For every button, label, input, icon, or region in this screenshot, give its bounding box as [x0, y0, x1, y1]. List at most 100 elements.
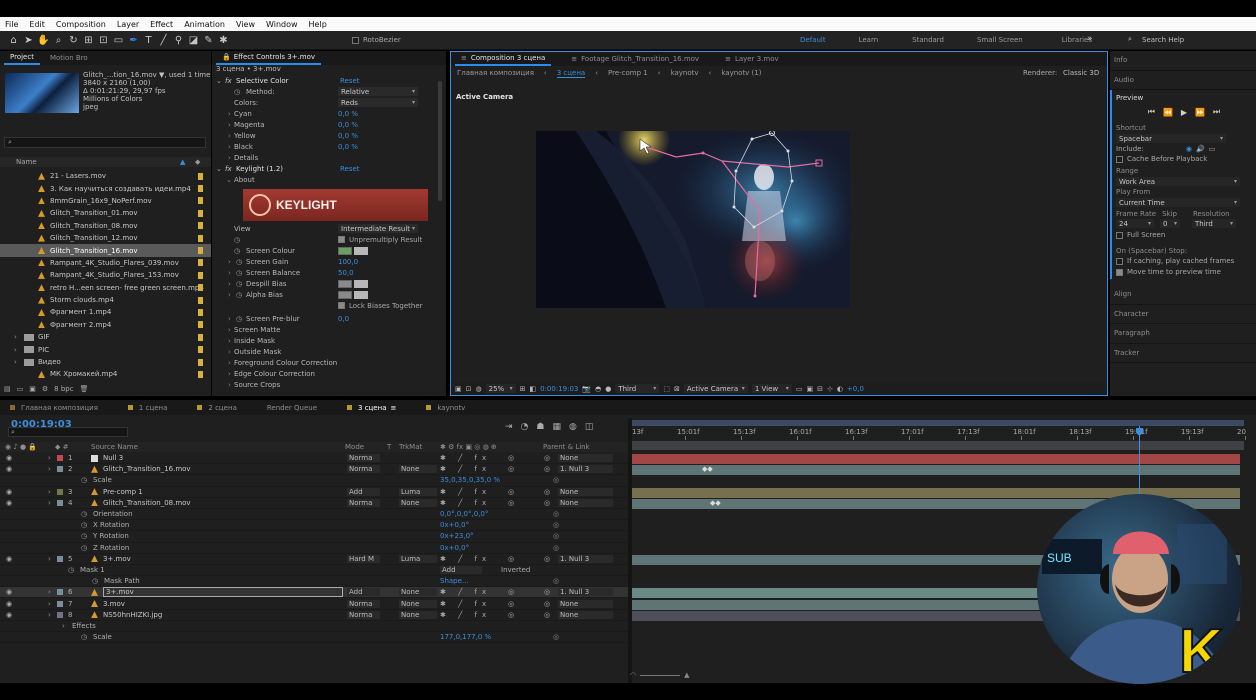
- rectangle-tool-icon[interactable]: ▭: [112, 34, 125, 47]
- project-item[interactable]: 21 - Lasers.mov: [0, 170, 211, 182]
- composition-flowchart-icon[interactable]: ⇥: [505, 422, 513, 432]
- pick-whip-icon[interactable]: ◎: [544, 454, 550, 462]
- layer-duration-bar[interactable]: [632, 588, 1040, 599]
- keyframe-icon[interactable]: ◆◆: [710, 499, 721, 507]
- stopwatch-icon[interactable]: ◷: [68, 566, 74, 574]
- timeline-tab[interactable]: Главная композиция: [4, 401, 104, 415]
- layer-row[interactable]: ◉ › 3 Pre-comp 1 Add Luma ✱ ╱ fx ◎ ◎ None: [0, 487, 628, 498]
- transparency-grid-icon[interactable]: ⊠: [674, 385, 680, 393]
- menu-item-view[interactable]: View: [236, 20, 255, 29]
- range-dropdown[interactable]: Work Area: [1116, 177, 1240, 186]
- property-row[interactable]: ◷ Orientation 0,0°,0,0°,0,0° ◎: [0, 509, 628, 521]
- layer-label-color[interactable]: [57, 499, 63, 506]
- blend-mode-dropdown[interactable]: Add: [347, 588, 380, 597]
- stopwatch-icon[interactable]: ◷: [81, 521, 87, 529]
- always-preview-icon[interactable]: ▣: [455, 385, 462, 393]
- visibility-eye-icon[interactable]: ◉: [6, 555, 12, 563]
- label-color-swatch[interactable]: [198, 284, 203, 292]
- menu-item-animation[interactable]: Animation: [184, 20, 225, 29]
- folder-item[interactable]: › PIC: [0, 343, 211, 355]
- rotate-tool-icon[interactable]: ↻: [67, 34, 80, 47]
- workspace-small-screen[interactable]: Small Screen: [977, 36, 1023, 44]
- property-value[interactable]: 0x+0,0°: [440, 521, 469, 529]
- expression-icon[interactable]: ◎: [553, 577, 559, 585]
- layer-row[interactable]: ◉ › 1 Null 3 Norma ✱ ╱ fx ◎ ◎ None: [0, 453, 628, 465]
- mask-vertex[interactable]: [732, 205, 736, 209]
- layer-name[interactable]: Pre-comp 1: [103, 488, 143, 496]
- stopwatch-icon[interactable]: ◷: [81, 532, 87, 540]
- reset-exposure-icon[interactable]: ◐: [837, 385, 843, 393]
- mask-vertex[interactable]: [750, 137, 754, 141]
- layer-label-color[interactable]: [57, 611, 63, 618]
- layer-switches-icon[interactable]: ✱ ╱ fx: [440, 611, 491, 619]
- label-color-swatch[interactable]: [198, 259, 203, 267]
- include-overlays-icon[interactable]: ▭: [1209, 145, 1216, 153]
- menu-item-edit[interactable]: Edit: [29, 20, 45, 29]
- new-folder-icon[interactable]: ▭: [17, 385, 24, 393]
- zoom-tool-icon[interactable]: ⌕: [52, 34, 65, 47]
- property-value[interactable]: 35,0,35,0,35,0 %: [440, 476, 500, 484]
- layer-name[interactable]: Null 3: [103, 454, 123, 462]
- project-item[interactable]: Фрагмент 1.mp4: [0, 306, 211, 318]
- camera-view-dropdown[interactable]: Active Camera: [683, 384, 748, 393]
- brush-tool-icon[interactable]: ╱: [157, 34, 170, 47]
- property-value[interactable]: 177,0,177,0 %: [440, 633, 491, 641]
- label-color-swatch[interactable]: [198, 197, 203, 205]
- stop-option-1[interactable]: If caching, play cached frames: [1116, 257, 1252, 268]
- layer-label-color[interactable]: [57, 488, 63, 495]
- property-row[interactable]: ◷ Y Rotation 0x+23,0° ◎: [0, 531, 628, 543]
- workspace-default[interactable]: Default: [800, 36, 826, 44]
- parent-dropdown[interactable]: None: [558, 610, 613, 619]
- property-value[interactable]: 0,0°,0,0°,0,0°: [440, 510, 488, 518]
- zoom-in-icon[interactable]: ▲: [684, 671, 689, 679]
- align-panel-header[interactable]: Align: [1110, 285, 1256, 305]
- expand-arrow-icon[interactable]: ›: [228, 315, 231, 323]
- property-row[interactable]: ◷ Scale 35,0,35,0,35,0 % ◎: [0, 475, 628, 487]
- magnification-dropdown[interactable]: 25%: [485, 384, 516, 393]
- frame-blending-icon[interactable]: ▦: [552, 422, 561, 432]
- project-item[interactable]: Rampant_4K_Studio_Flares_039.mov: [0, 257, 211, 269]
- label-color-swatch[interactable]: [198, 209, 203, 217]
- property-value[interactable]: 50,0: [338, 269, 354, 277]
- layer-name[interactable]: 3+.mov: [103, 587, 343, 598]
- trkmat-header[interactable]: TrkMat: [399, 443, 422, 451]
- project-item[interactable]: retro H...een screen- free green screen.…: [0, 282, 211, 294]
- mask-vertex[interactable]: [752, 225, 756, 229]
- expand-arrow-icon[interactable]: ›: [14, 358, 17, 366]
- layer-switches-icon[interactable]: ✱ ╱ fx: [440, 465, 491, 473]
- roi-icon[interactable]: ⬚: [663, 385, 670, 393]
- view-dropdown[interactable]: Intermediate Result: [338, 224, 418, 233]
- pen-tool-icon[interactable]: ✒: [127, 34, 140, 47]
- pick-whip-icon[interactable]: ◎: [544, 611, 550, 619]
- parent-dropdown[interactable]: 1. Null 3: [558, 554, 613, 563]
- property-row[interactable]: ◷ Z Rotation 0x+0,0° ◎: [0, 543, 628, 554]
- label-color-swatch[interactable]: [198, 333, 203, 341]
- stopwatch-icon[interactable]: ◷: [92, 577, 98, 585]
- layer-name[interactable]: Glitch_Transition_08.mov: [103, 499, 191, 507]
- stopwatch-icon[interactable]: ◷: [234, 88, 240, 96]
- visibility-eye-icon[interactable]: ◉: [6, 600, 12, 608]
- view-layout-dropdown[interactable]: 1 View: [751, 384, 792, 393]
- visibility-eye-icon[interactable]: ◉: [6, 465, 12, 473]
- rotobezier-checkbox[interactable]: RotoBezier: [352, 36, 401, 44]
- stopwatch-icon[interactable]: ◷: [236, 315, 242, 323]
- 3d-layer-icon[interactable]: ◎: [508, 600, 514, 608]
- label-color-swatch[interactable]: [198, 234, 203, 242]
- fast-previews-icon[interactable]: ▣: [806, 385, 813, 393]
- blend-mode-dropdown[interactable]: Hard M: [347, 554, 380, 563]
- layer-switches-icon[interactable]: ✱ ╱ fx: [440, 488, 491, 496]
- folder-item[interactable]: › GIF: [0, 331, 211, 343]
- stopwatch-icon[interactable]: ◷: [81, 476, 87, 484]
- expand-arrow-icon[interactable]: ›: [48, 488, 51, 496]
- unpremultiply-checkbox[interactable]: Unpremultiply Result: [338, 236, 422, 244]
- bias-swatch[interactable]: [338, 290, 352, 299]
- timeline-tab[interactable]: 2 сцена: [191, 401, 242, 415]
- composition-canvas[interactable]: [536, 131, 850, 308]
- 3d-layer-icon[interactable]: ◎: [508, 611, 514, 619]
- fx-icon[interactable]: fx: [225, 77, 232, 85]
- name-column-header[interactable]: Name: [16, 158, 37, 166]
- project-item[interactable]: Storm clouds.mp4: [0, 294, 211, 306]
- blend-mode-dropdown[interactable]: Norma: [347, 465, 380, 474]
- track-matte-dropdown[interactable]: None: [399, 599, 437, 608]
- label-color-swatch[interactable]: [198, 308, 203, 316]
